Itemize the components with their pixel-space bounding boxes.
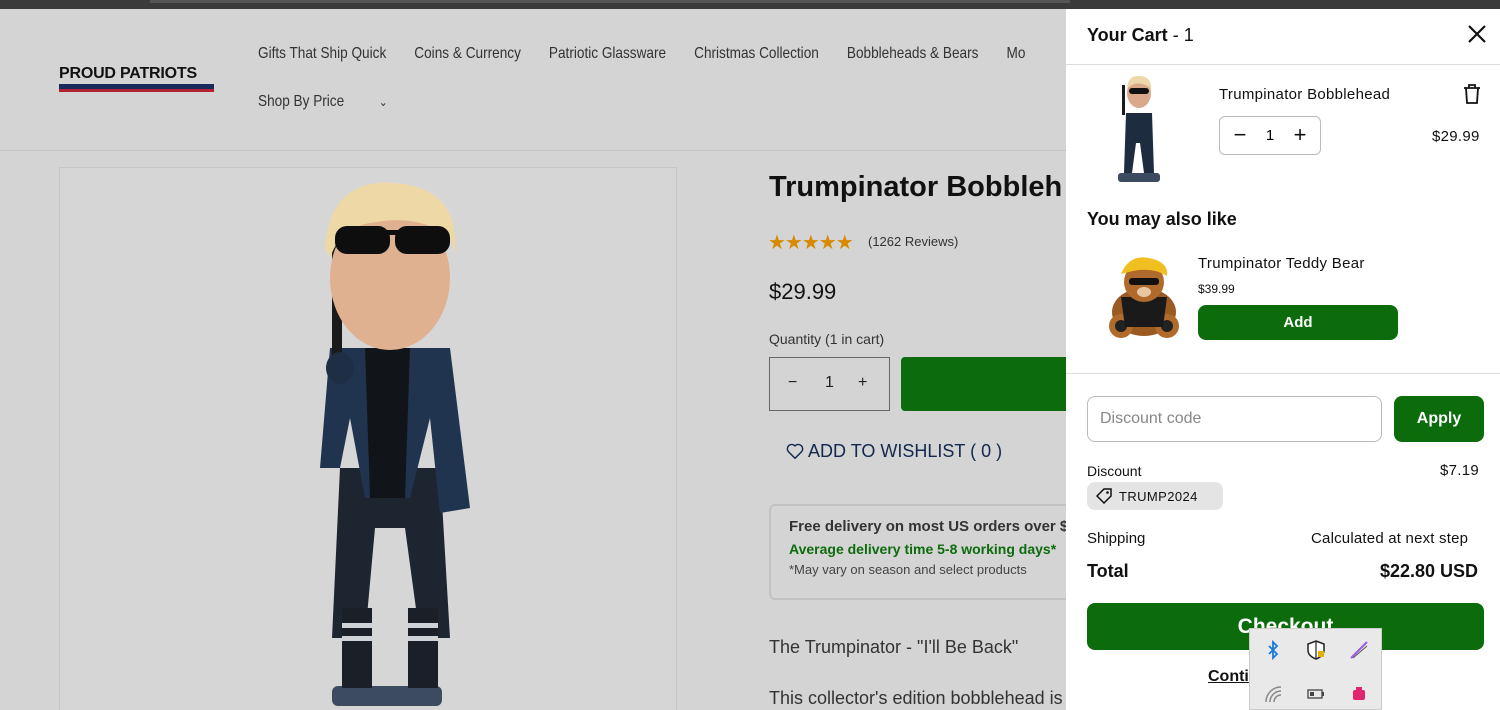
heart-icon (786, 443, 804, 460)
product-description-text: This collector's edition bobblehead is m… (769, 688, 1066, 708)
discount-code-tag: TRUMP2024 (1087, 482, 1223, 510)
product-page: PROUD PATRIOTS Gifts That Ship Quick Coin… (0, 9, 1066, 710)
discount-code-input[interactable] (1087, 396, 1382, 442)
apply-discount-button[interactable]: Apply (1394, 396, 1484, 442)
product-image[interactable] (59, 167, 677, 710)
delivery-free-text: Free delivery on most US orders over $7 (789, 518, 1066, 535)
nav-item-coins-currency[interactable]: Coins & Currency (414, 45, 521, 62)
logo-text: PROUD PATRIOTS (59, 65, 197, 82)
cart-drawer: Your Cart - 1 Trumpinator Bobblehead − 1… (1066, 9, 1500, 710)
battery-icon[interactable] (1305, 683, 1327, 705)
nav-item-gifts-that-ship-quick[interactable]: Gifts That Ship Quick (258, 45, 386, 62)
nav-item-shop-by-price[interactable]: Shop By Price ⌄ (258, 93, 416, 110)
browser-top-bar (0, 0, 1500, 9)
trash-icon[interactable] (1462, 83, 1482, 105)
quantity-increase-button[interactable]: + (858, 374, 867, 392)
cart-item-name[interactable]: Trumpinator Bobblehead (1219, 86, 1390, 103)
bluetooth-icon[interactable] (1262, 639, 1284, 661)
upsell-item-price: $39.99 (1198, 282, 1235, 296)
nav-item-patriotic-glassware[interactable]: Patriotic Glassware (549, 45, 666, 62)
shipping-value: Calculated at next step (1311, 530, 1469, 547)
chevron-down-icon: ⌄ (379, 95, 388, 109)
discount-label: Discount (1087, 463, 1142, 479)
shield-icon[interactable] (1305, 639, 1327, 661)
cart-quantity-increase-button[interactable]: + (1287, 123, 1313, 149)
teddy-bear-thumbnail[interactable] (1099, 252, 1189, 340)
divider (1066, 64, 1500, 65)
product-price: $29.99 (769, 279, 837, 304)
cart-title: Your Cart - 1 (1087, 25, 1194, 46)
discount-amount: $7.19 (1440, 462, 1480, 479)
total-label: Total (1087, 561, 1129, 581)
cart-quantity-value[interactable]: 1 (1263, 127, 1277, 144)
pen-icon[interactable] (1348, 639, 1370, 661)
quantity-stepper: − 1 + (769, 357, 890, 411)
quantity-label: Quantity (1 in cart) (769, 331, 885, 347)
product-description-heading: The Trumpinator - "I'll Be Back" (769, 637, 1019, 657)
cart-item-thumbnail[interactable] (1114, 73, 1164, 185)
quantity-value[interactable]: 1 (825, 374, 834, 392)
delivery-note-text: *May vary on season and select products (789, 562, 1027, 577)
nav-item-christmas-collection[interactable]: Christmas Collection (694, 45, 819, 62)
wishlist-count: ( 0 ) (970, 441, 1003, 461)
delivery-info-box: Free delivery on most US orders over $7 … (769, 504, 1066, 600)
cart-item-price: $29.99 (1432, 128, 1480, 145)
app-tray-icon[interactable] (1348, 683, 1370, 705)
discount-code-text: TRUMP2024 (1119, 489, 1198, 504)
cart-quantity-decrease-button[interactable]: − (1227, 123, 1253, 149)
cart-quantity-stepper: − 1 + (1219, 116, 1321, 155)
close-icon[interactable] (1466, 23, 1488, 45)
add-to-cart-button[interactable] (901, 357, 1066, 411)
bobblehead-figure-image (320, 182, 470, 706)
tag-icon (1096, 488, 1112, 504)
upsell-add-button[interactable]: Add (1198, 305, 1398, 340)
divider (1066, 373, 1500, 374)
upsell-item-name[interactable]: Trumpinator Teddy Bear (1198, 255, 1365, 272)
wifi-icon[interactable] (1262, 683, 1284, 705)
cart-title-label: Your Cart (1087, 25, 1168, 45)
rating-stars: ★★★★★ (768, 232, 854, 254)
site-logo[interactable]: PROUD PATRIOTS (59, 65, 214, 92)
delivery-time-text: Average delivery time 5-8 working days* (789, 541, 1057, 557)
nav-item-bobbleheads-bears[interactable]: Bobbleheads & Bears (847, 45, 979, 62)
cart-count: - 1 (1172, 25, 1194, 45)
quantity-decrease-button[interactable]: − (788, 374, 797, 392)
total-value: $22.80 USD (1380, 561, 1479, 581)
product-title: Trumpinator Bobbleh (769, 171, 1063, 203)
wishlist-label: ADD TO WISHLIST (808, 441, 966, 461)
upsell-heading: You may also like (1087, 209, 1237, 229)
nav-item-more[interactable]: Mo (1006, 45, 1025, 62)
site-header: PROUD PATRIOTS Gifts That Ship Quick Coin… (0, 9, 1066, 151)
nav-item-shop-by-price-label: Shop By Price (258, 93, 345, 110)
review-count[interactable]: (1262 Reviews) (868, 234, 958, 249)
system-tray-popup (1249, 628, 1382, 710)
add-to-wishlist-link[interactable]: ADD TO WISHLIST ( 0 ) (786, 441, 1002, 462)
shipping-label: Shipping (1087, 530, 1146, 547)
